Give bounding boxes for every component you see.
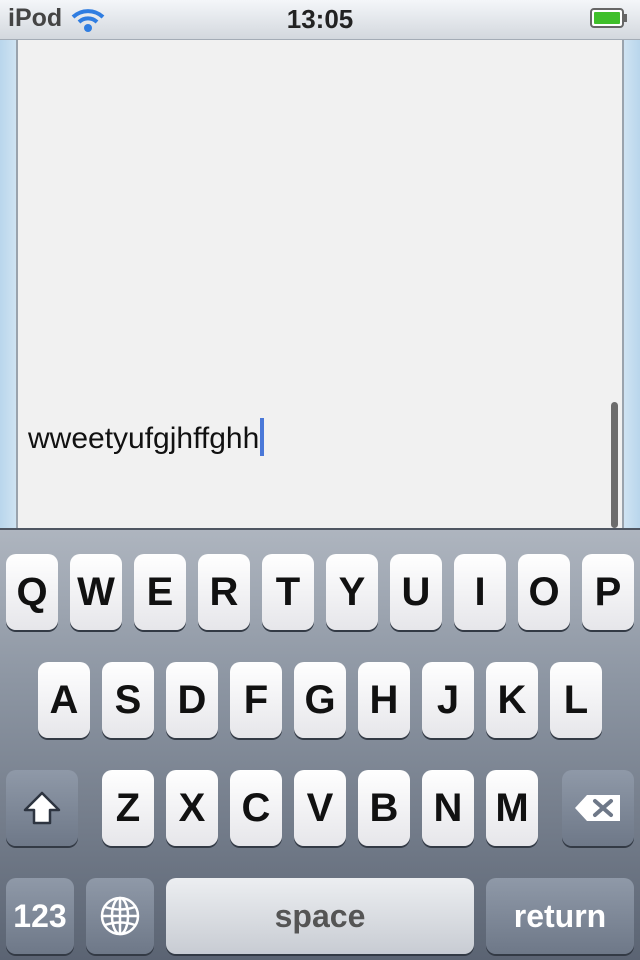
key-e[interactable]: E: [134, 554, 186, 630]
key-o[interactable]: O: [518, 554, 570, 630]
key-v[interactable]: V: [294, 770, 346, 846]
return-key[interactable]: return: [486, 878, 634, 954]
globe-key[interactable]: [86, 878, 154, 954]
status-bar: iPod 13:05: [0, 0, 640, 40]
app-area: wweetyufgjhffghh: [0, 40, 640, 528]
key-f[interactable]: F: [230, 662, 282, 738]
space-key[interactable]: space: [166, 878, 474, 954]
key-h[interactable]: H: [358, 662, 410, 738]
key-p[interactable]: P: [582, 554, 634, 630]
key-j[interactable]: J: [422, 662, 474, 738]
key-l[interactable]: L: [550, 662, 602, 738]
key-q[interactable]: Q: [6, 554, 58, 630]
key-y[interactable]: Y: [326, 554, 378, 630]
key-i[interactable]: I: [454, 554, 506, 630]
status-time: 13:05: [286, 4, 354, 34]
key-s[interactable]: S: [102, 662, 154, 738]
key-r[interactable]: R: [198, 554, 250, 630]
key-c[interactable]: C: [230, 770, 282, 846]
key-b[interactable]: B: [358, 770, 410, 846]
key-d[interactable]: D: [166, 662, 218, 738]
battery-icon: [590, 8, 627, 28]
key-k[interactable]: K: [486, 662, 538, 738]
key-u[interactable]: U: [390, 554, 442, 630]
delete-key[interactable]: [562, 770, 634, 846]
shift-key[interactable]: [6, 770, 78, 846]
numbers-key[interactable]: 123: [6, 878, 74, 954]
key-x[interactable]: X: [166, 770, 218, 846]
key-a[interactable]: A: [38, 662, 90, 738]
delete-icon: [575, 795, 620, 821]
key-n[interactable]: N: [422, 770, 474, 846]
key-g[interactable]: G: [294, 662, 346, 738]
text-content: wweetyufgjhffghh: [28, 418, 265, 456]
text-view[interactable]: wweetyufgjhffghh: [16, 40, 624, 528]
key-w[interactable]: W: [70, 554, 122, 630]
globe-icon: [100, 896, 140, 936]
scroll-indicator[interactable]: [611, 402, 618, 528]
typed-text: wweetyufgjhffghh: [28, 422, 260, 455]
key-m[interactable]: M: [486, 770, 538, 846]
keyboard: Q W E R T Y U I O P A S D F G H J K L Z …: [0, 528, 640, 960]
text-caret: [260, 418, 265, 456]
shift-icon: [23, 791, 61, 825]
key-z[interactable]: Z: [102, 770, 154, 846]
key-t[interactable]: T: [262, 554, 314, 630]
